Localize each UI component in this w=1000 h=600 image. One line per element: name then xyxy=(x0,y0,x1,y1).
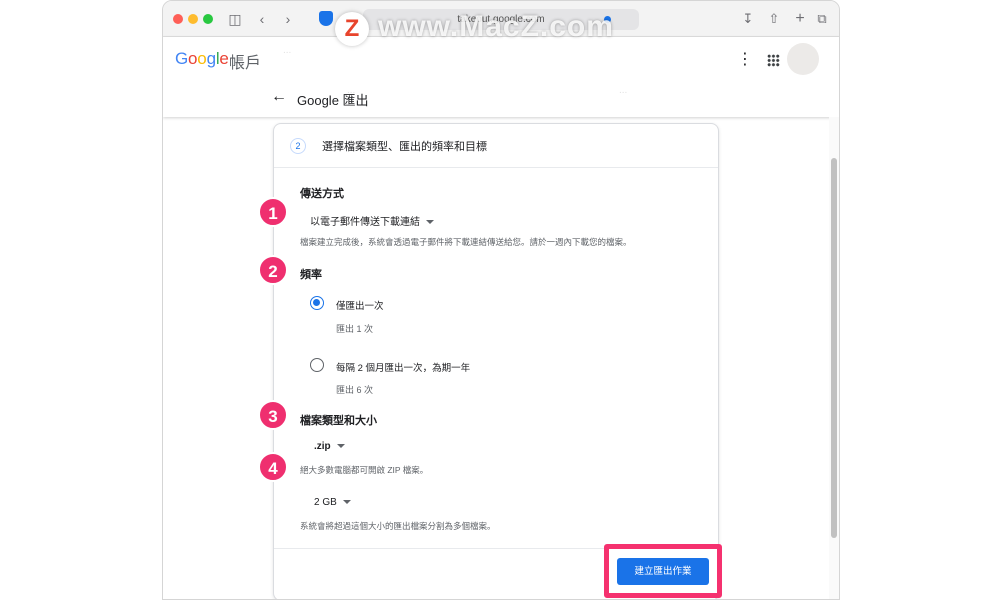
annotation-badge-1: 1 xyxy=(258,197,288,227)
scrollbar-thumb[interactable] xyxy=(831,158,837,538)
annotation-badge-2: 2 xyxy=(258,255,288,285)
step-header: 2 選擇檔案類型、匯出的頻率和目標 xyxy=(274,124,718,168)
account-label: 帳戶 xyxy=(229,55,262,72)
more-options-icon[interactable]: ⋮ xyxy=(737,51,753,69)
chevron-down-icon xyxy=(342,500,351,505)
browser-window: ◫ ‹ › takeout.google.com ↧ ⇧ + ⧉ Google … xyxy=(162,0,840,600)
step-number-badge: 2 xyxy=(290,138,306,154)
account-header: Google 帳戶 ... ... ... ⋮ ← Google 匯出 xyxy=(163,37,839,117)
file-type-value: .zip xyxy=(314,441,331,452)
file-size-dropdown[interactable]: 2 GB xyxy=(314,497,351,508)
avatar[interactable] xyxy=(787,43,819,75)
tab-overview-icon[interactable]: ⧉ xyxy=(813,9,831,29)
export-every-2-months-radio[interactable] xyxy=(310,358,324,372)
close-window-button[interactable] xyxy=(173,14,183,24)
file-size-value: 2 GB xyxy=(314,497,337,508)
file-size-help-text: 系統會將超過這個大小的匯出檔案分割為多個檔案。 xyxy=(300,521,496,531)
export-every-2-months-label[interactable]: 每隔 2 個月匯出一次，為期一年 xyxy=(336,360,470,374)
faded-background-text: ... xyxy=(619,85,628,96)
forward-icon[interactable]: › xyxy=(282,9,294,29)
delivery-method-dropdown[interactable]: 以電子郵件傳送下載連結 xyxy=(310,213,434,228)
back-icon[interactable]: ‹ xyxy=(256,9,268,29)
watermark-text: www.MacZ.com xyxy=(378,10,614,43)
share-icon[interactable]: ⇧ xyxy=(765,9,783,29)
sidebar-icon[interactable]: ◫ xyxy=(227,9,243,29)
download-icon[interactable]: ↧ xyxy=(739,9,757,29)
back-arrow-icon[interactable]: ← xyxy=(271,87,287,107)
export-settings-card: 2 選擇檔案類型、匯出的頻率和目標 傳送方式 以電子郵件傳送下載連結 檔案建立完… xyxy=(273,123,722,599)
annotation-badge-4: 4 xyxy=(258,452,288,482)
file-type-help-text: 絕大多數電腦都可開啟 ZIP 檔案。 xyxy=(300,465,429,475)
apps-grid-icon[interactable] xyxy=(767,54,780,67)
delivery-method-heading: 傳送方式 xyxy=(300,188,344,200)
google-logo[interactable]: Google xyxy=(175,49,229,69)
page-title: Google 匯出 xyxy=(297,93,369,108)
export-once-label[interactable]: 僅匯出一次 xyxy=(336,298,384,312)
chevron-down-icon xyxy=(336,444,345,449)
delivery-method-value: 以電子郵件傳送下載連結 xyxy=(310,217,420,228)
watermark-logo: Z xyxy=(335,12,369,46)
maximize-window-button[interactable] xyxy=(203,14,213,24)
step-title: 選擇檔案類型、匯出的頻率和目標 xyxy=(322,141,487,153)
new-tab-icon[interactable]: + xyxy=(791,9,809,29)
annotation-badge-3: 3 xyxy=(258,400,288,430)
extension-shield-icon[interactable] xyxy=(319,11,333,26)
export-once-radio[interactable] xyxy=(310,296,324,310)
delivery-help-text: 檔案建立完成後，系統會透過電子郵件將下載連結傳送給您。請於一週內下載您的檔案。 xyxy=(300,237,632,247)
create-export-button[interactable]: 建立匯出作業 xyxy=(617,558,709,585)
minimize-window-button[interactable] xyxy=(188,14,198,24)
file-type-dropdown[interactable]: .zip xyxy=(314,441,345,452)
file-type-heading: 檔案類型和大小 xyxy=(300,415,377,427)
export-every-2-months-sub: 匯出 6 次 xyxy=(336,385,374,395)
chevron-down-icon xyxy=(426,220,434,225)
export-once-sub: 匯出 1 次 xyxy=(336,324,374,334)
faded-background-text: ... xyxy=(283,45,292,56)
frequency-heading: 頻率 xyxy=(300,269,322,281)
